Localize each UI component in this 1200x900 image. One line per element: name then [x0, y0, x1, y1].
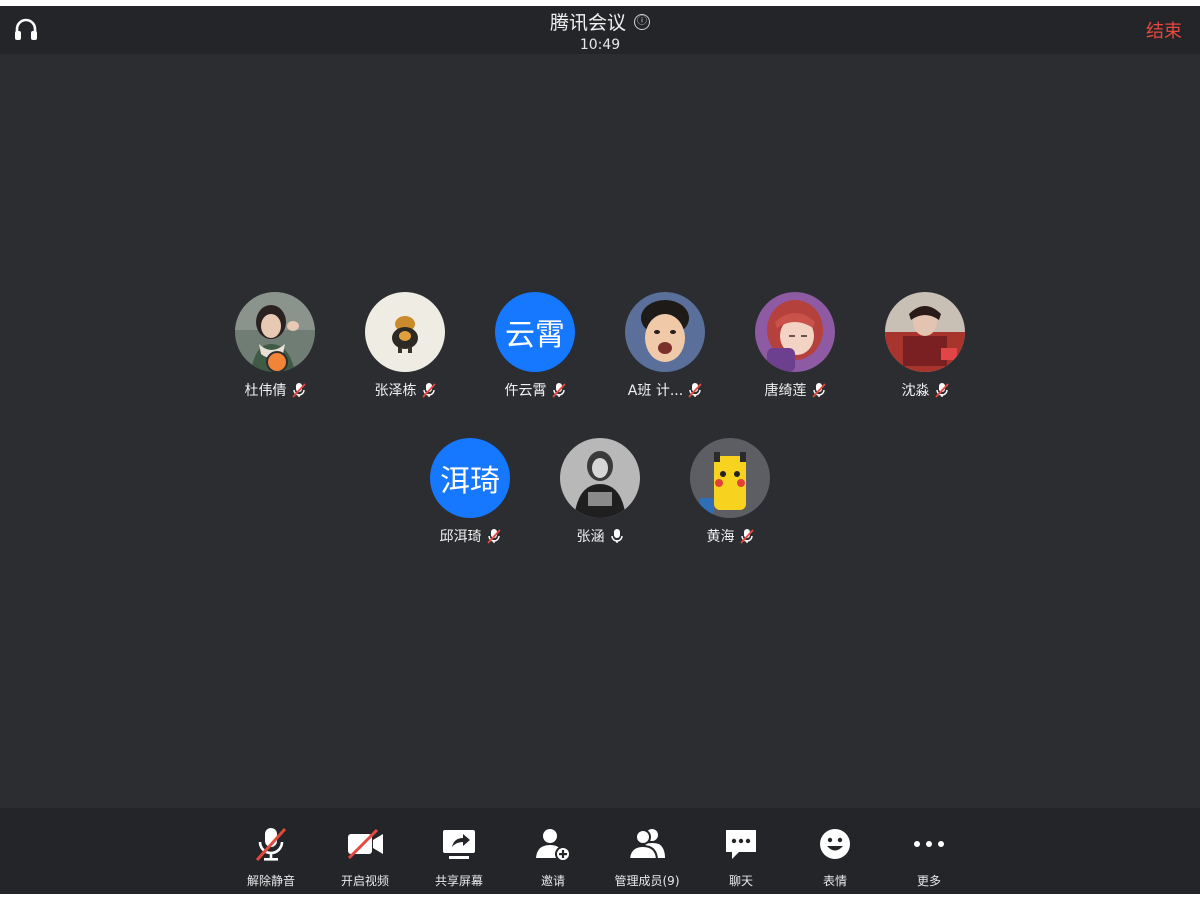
muted-icon: [421, 383, 436, 398]
smile-icon: [820, 829, 850, 859]
participant-name: 张泽栋: [374, 383, 417, 399]
chat-button[interactable]: 聊天: [694, 808, 788, 894]
info-icon[interactable]: ⓘ: [634, 13, 650, 30]
participant-name: 仵云霄: [504, 383, 547, 399]
participant-tile[interactable]: 唐绮莲: [730, 292, 860, 400]
end-meeting-button[interactable]: 结束: [1146, 17, 1182, 43]
manage-members-label: 管理成员(9): [614, 874, 680, 888]
avatar-initials: 洱琦: [440, 464, 500, 499]
avatar: [560, 438, 640, 518]
participant-tile[interactable]: 沈淼: [860, 292, 990, 400]
muted-icon: [551, 383, 566, 398]
participant-row-1: 杜伟倩 张泽栋 云霄 仵云霄 A班 计... 唐绮莲 沈淼: [0, 292, 1200, 400]
manage-members-button[interactable]: 管理成员(9): [600, 808, 694, 894]
muted-icon: [811, 383, 826, 398]
top-bar: 腾讯会议 ⓘ 10:49 结束: [0, 6, 1200, 54]
muted-icon: [934, 383, 949, 398]
microphone-icon: [610, 529, 623, 543]
avatar: [755, 292, 835, 372]
participant-tile[interactable]: 张泽栋: [340, 292, 470, 400]
participant-name: 杜伟倩: [244, 383, 287, 399]
avatar: [690, 438, 770, 518]
participant-name: 沈淼: [901, 383, 930, 399]
participant-name: 邱洱琦: [439, 529, 482, 545]
participant-name: 唐绮莲: [764, 383, 807, 399]
share-screen-icon: [443, 830, 475, 859]
participant-tile[interactable]: A班 计...: [600, 292, 730, 400]
avatar: [625, 292, 705, 372]
start-video-button[interactable]: 开启视频: [318, 808, 412, 894]
more-label: 更多: [916, 874, 941, 888]
more-button[interactable]: 更多: [882, 808, 976, 894]
meeting-time: 10:49: [579, 37, 621, 53]
avatar: [235, 292, 315, 372]
invite-button[interactable]: 邀请: [506, 808, 600, 894]
unmute-button[interactable]: 解除静音: [224, 808, 318, 894]
muted-icon: [291, 383, 306, 398]
participant-name: 黄海: [706, 529, 735, 545]
avatar-initials: 云霄: [505, 318, 565, 353]
muted-icon: [486, 529, 501, 544]
emoji-button[interactable]: 表情: [788, 808, 882, 894]
emoji-label: 表情: [822, 874, 847, 888]
more-dots-icon: [914, 841, 944, 847]
video-off-icon: [347, 828, 383, 860]
muted-icon: [688, 383, 702, 398]
chat-label: 聊天: [728, 874, 753, 888]
muted-icon: [739, 529, 754, 544]
chat-icon: [726, 830, 756, 859]
microphone-muted-icon: [255, 827, 287, 862]
avatar: 云霄: [495, 292, 575, 372]
participant-tile[interactable]: 云霄 仵云霄: [470, 292, 600, 400]
participant-name: 张涵: [576, 529, 605, 545]
participant-row-2: 洱琦 邱洱琦 张涵 黄海: [0, 438, 1200, 546]
participant-tile[interactable]: 洱琦 邱洱琦: [405, 438, 535, 546]
meeting-window: 腾讯会议 ⓘ 10:49 结束 杜伟倩 张泽栋 云霄 仵云霄 A班 计... 唐…: [0, 6, 1200, 894]
avatar: [365, 292, 445, 372]
members-icon: [627, 829, 665, 860]
invite-label: 邀请: [540, 874, 565, 888]
share-screen-button[interactable]: 共享屏幕: [412, 808, 506, 894]
participant-name: A班 计...: [627, 383, 684, 399]
participant-tile[interactable]: 黄海: [665, 438, 795, 546]
avatar: [885, 292, 965, 372]
start-video-label: 开启视频: [340, 874, 389, 888]
unmute-label: 解除静音: [246, 874, 295, 888]
host-badge-icon: [266, 351, 288, 372]
avatar: 洱琦: [430, 438, 510, 518]
share-screen-label: 共享屏幕: [434, 874, 483, 888]
meeting-title: 腾讯会议: [549, 12, 626, 34]
bottom-toolbar: 解除静音 开启视频 共享屏幕 邀请 管理成员(9) 聊天 表情 更多: [0, 808, 1200, 894]
participant-tile[interactable]: 杜伟倩: [210, 292, 340, 400]
add-user-icon: [536, 829, 571, 862]
participant-tile[interactable]: 张涵: [535, 438, 665, 546]
